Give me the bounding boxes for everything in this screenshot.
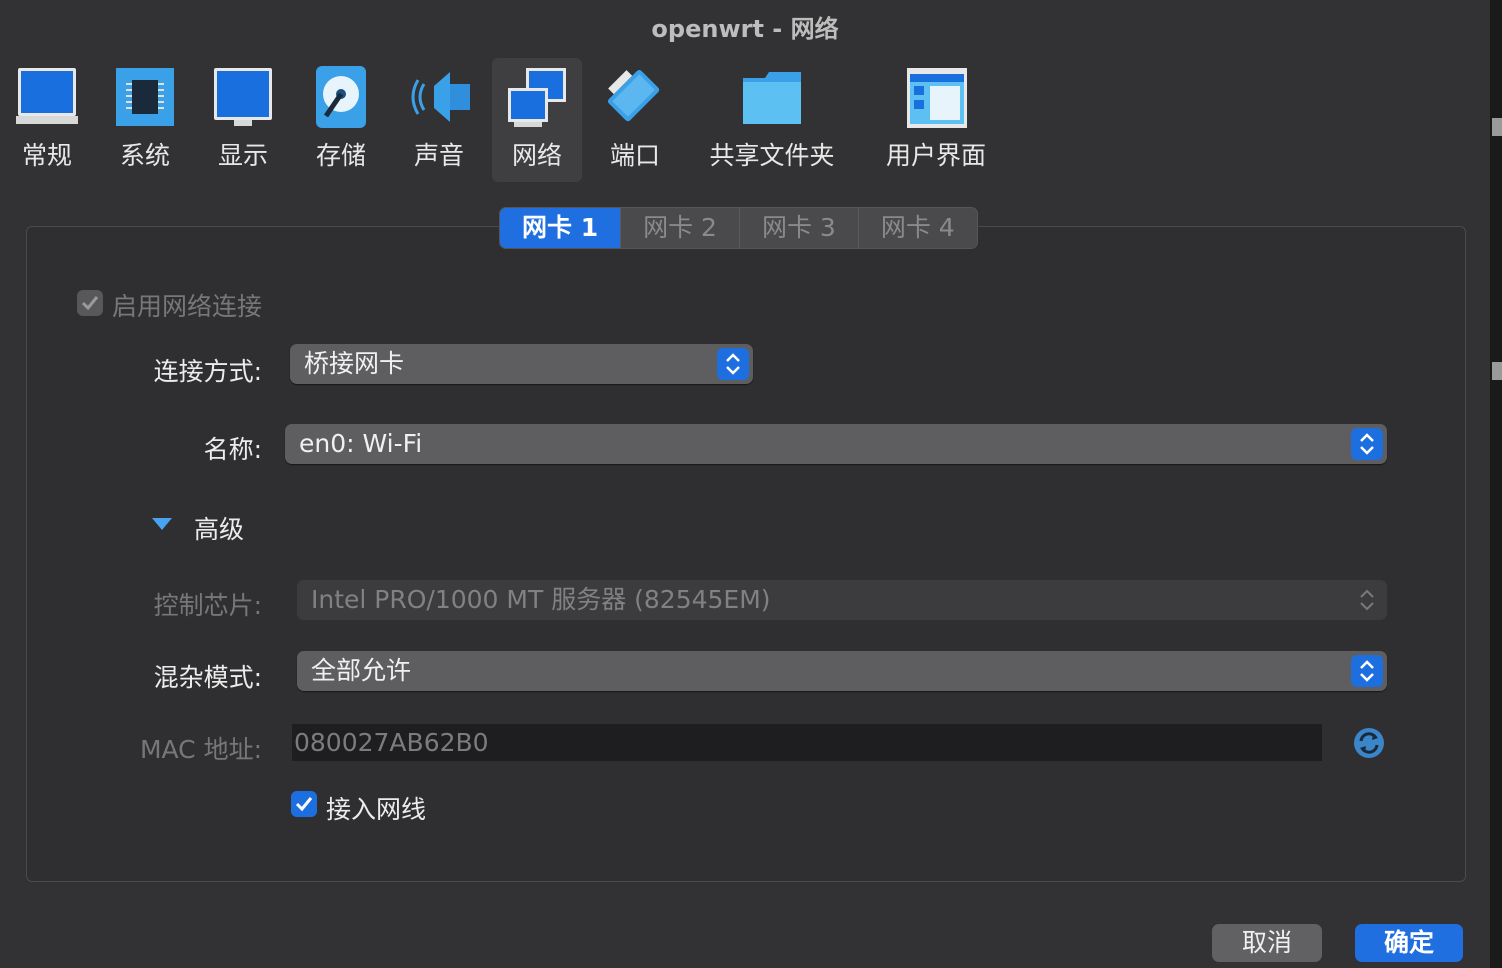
promiscuous-mode-stepper — [1351, 655, 1383, 687]
adapter-type-select[interactable]: Intel PRO/1000 MT 服务器 (82545EM) — [297, 580, 1387, 620]
checkmark-icon — [295, 797, 313, 812]
interface-name-select[interactable]: en0: Wi-Fi — [285, 424, 1387, 464]
toolbar-item-storage[interactable]: 存储 — [298, 58, 384, 182]
promiscuous-mode-value: 全部允许 — [311, 656, 412, 685]
toolbar-label-display: 显示 — [217, 141, 268, 170]
toolbar-label-audio: 声音 — [413, 141, 464, 170]
serial-port-icon — [607, 69, 660, 122]
attached-to-select[interactable]: 桥接网卡 — [290, 344, 753, 384]
general-monitor-icon — [16, 68, 78, 124]
mac-address-field[interactable]: 080027AB62B0 — [292, 724, 1322, 761]
user-interface-icon — [907, 68, 967, 128]
tab-adapter-3[interactable]: 网卡 3 — [740, 208, 859, 248]
settings-window: openwrt - 网络 常规 系统 显示 存储 声音 网络 端口 共享文件夹 … — [0, 0, 1491, 968]
attached-to-value: 桥接网卡 — [304, 349, 405, 378]
system-chip-icon — [116, 68, 174, 126]
adapter-tabs: 网卡 1 网卡 2 网卡 3 网卡 4 — [499, 207, 978, 249]
scrollbar-thumb-2[interactable] — [1492, 362, 1502, 380]
toolbar-label-shared-folders: 共享文件夹 — [709, 141, 835, 170]
regenerate-mac-refresh-icon[interactable] — [1352, 726, 1386, 760]
promiscuous-mode-select[interactable]: 全部允许 — [297, 651, 1387, 691]
background-window-edge — [1490, 0, 1502, 968]
checkmark-icon — [81, 296, 99, 311]
toolbar-label-general: 常规 — [21, 141, 72, 170]
attached-to-stepper — [717, 348, 749, 380]
settings-toolbar: 常规 系统 显示 存储 声音 网络 端口 共享文件夹 用户界面 — [0, 58, 1490, 182]
tab-adapter-2[interactable]: 网卡 2 — [621, 208, 740, 248]
tab-adapter-1[interactable]: 网卡 1 — [500, 208, 622, 248]
cable-connected-label: 接入网线 — [326, 795, 427, 824]
adapter-type-stepper — [1351, 584, 1383, 616]
cancel-button[interactable]: 取消 — [1212, 924, 1322, 962]
toolbar-item-system[interactable]: 系统 — [102, 58, 188, 182]
cable-connected-checkbox[interactable] — [291, 791, 317, 817]
chevron-updown-icon — [1360, 660, 1374, 682]
chevron-updown-icon — [726, 353, 740, 375]
toolbar-item-user-interface[interactable]: 用户界面 — [874, 58, 998, 182]
enable-adapter-checkbox[interactable] — [77, 290, 103, 316]
promiscuous-mode-label: 混杂模式: — [153, 663, 262, 692]
advanced-label[interactable]: 高级 — [194, 510, 244, 546]
interface-name-value: en0: Wi-Fi — [299, 429, 423, 458]
interface-name-stepper — [1351, 428, 1383, 460]
mac-address-label: MAC 地址: — [139, 735, 262, 764]
chevron-updown-icon — [1360, 589, 1374, 611]
toolbar-item-general[interactable]: 常规 — [4, 58, 90, 182]
network-icon — [508, 68, 566, 127]
scrollbar-thumb[interactable] — [1492, 118, 1502, 136]
chevron-updown-icon — [1360, 433, 1374, 455]
window-title: openwrt - 网络 — [651, 15, 839, 43]
ok-button[interactable]: 确定 — [1355, 924, 1463, 962]
attached-to-label: 连接方式: — [153, 357, 262, 386]
storage-disk-icon — [316, 66, 366, 128]
toolbar-label-user-interface: 用户界面 — [885, 141, 986, 170]
toolbar-item-ports[interactable]: 端口 — [592, 58, 678, 182]
toolbar-label-storage: 存储 — [315, 141, 366, 170]
toolbar-item-display[interactable]: 显示 — [200, 58, 286, 182]
toolbar-item-audio[interactable]: 声音 — [396, 58, 482, 182]
name-label: 名称: — [203, 435, 262, 464]
toolbar-label-ports: 端口 — [609, 141, 660, 170]
toolbar-item-shared-folders[interactable]: 共享文件夹 — [700, 58, 844, 182]
tab-adapter-4[interactable]: 网卡 4 — [859, 208, 977, 248]
display-monitor-icon — [214, 68, 272, 126]
shared-folder-icon — [743, 72, 801, 124]
speaker-icon — [411, 72, 470, 122]
enable-adapter-label: 启用网络连接 — [112, 292, 263, 321]
adapter-type-value: Intel PRO/1000 MT 服务器 (82545EM) — [311, 585, 771, 614]
toolbar-item-network[interactable]: 网络 — [492, 58, 582, 182]
toolbar-label-system: 系统 — [119, 141, 170, 170]
adapter-type-label: 控制芯片: — [153, 591, 262, 620]
disclosure-triangle-icon[interactable] — [152, 516, 172, 532]
toolbar-label-network: 网络 — [511, 141, 562, 170]
adapter-settings-panel — [26, 226, 1466, 882]
